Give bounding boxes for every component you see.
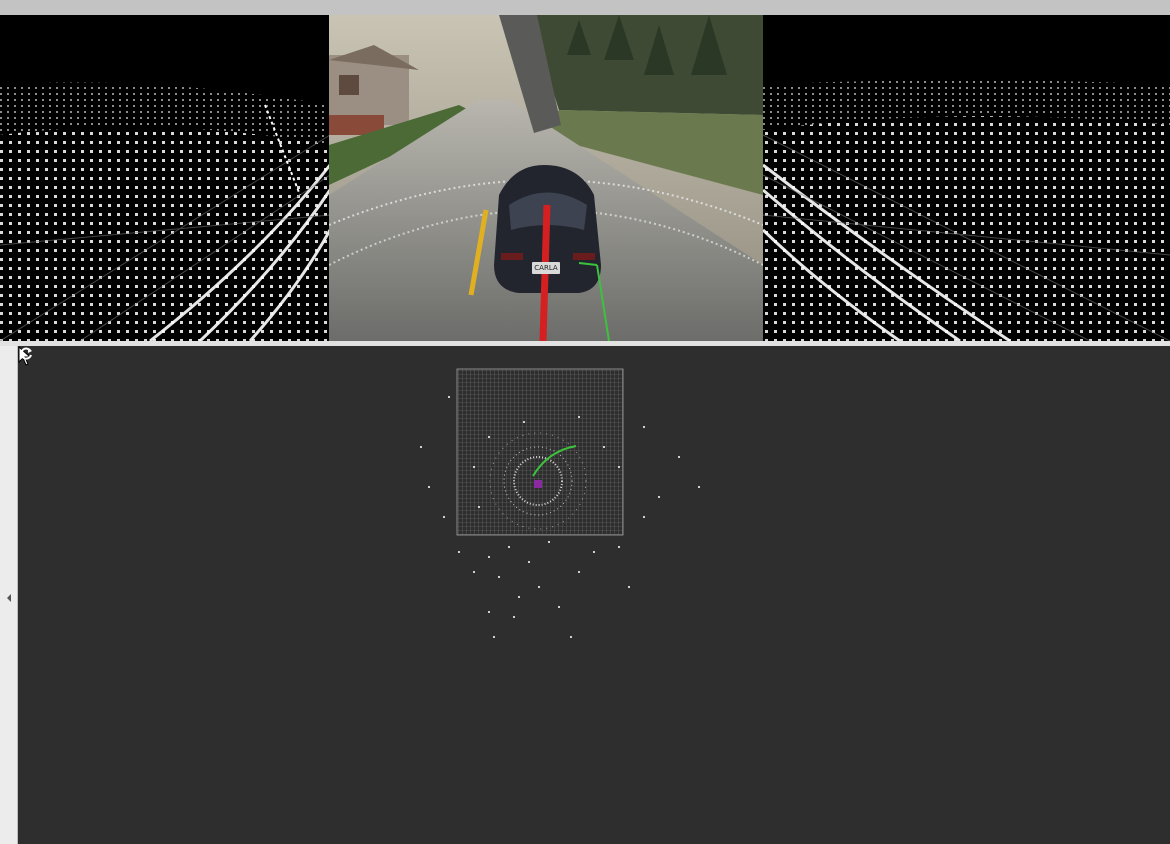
ground-grid	[456, 368, 624, 536]
chevron-left-icon[interactable]	[7, 594, 11, 602]
camera-feed: CARLA	[329, 15, 763, 341]
sensor-view-panel: CARLA	[0, 15, 1170, 341]
birds-eye-view[interactable]	[18, 346, 1170, 844]
window-title-bar	[0, 0, 1170, 15]
3d-viewport[interactable]	[18, 346, 1170, 844]
camera-scene	[329, 15, 763, 341]
ego-vehicle-marker	[534, 480, 542, 488]
license-plate: CARLA	[532, 262, 560, 274]
rotate-icon	[20, 347, 32, 360]
side-panel-toggle-rail[interactable]	[0, 346, 18, 844]
